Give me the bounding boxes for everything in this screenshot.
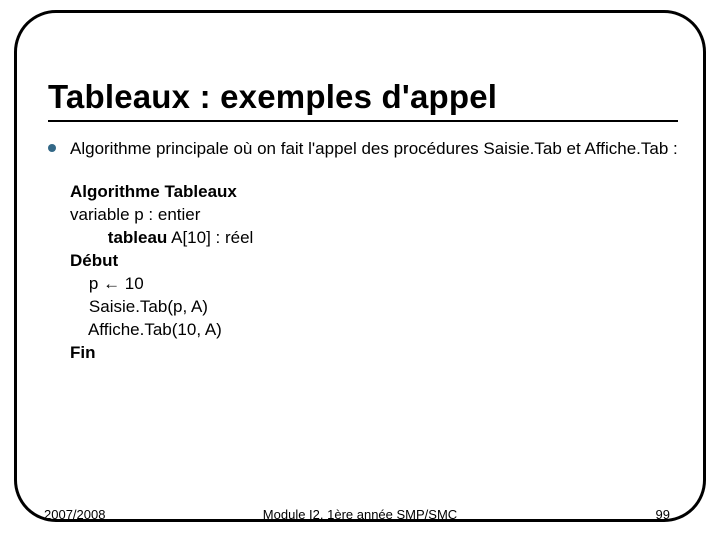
algo-tab-keyword: tableau [108,228,168,247]
algo-stmt-1: p ← 10 [70,273,678,296]
bullet-item: Algorithme principale où on fait l'appel… [48,138,678,159]
algo-name: Tableaux [160,182,237,201]
slide-footer: 2007/2008 Module I2, 1ère année SMP/SMC … [0,507,720,522]
bullet-icon [48,144,56,152]
footer-center: Module I2, 1ère année SMP/SMC [0,507,720,522]
algo-tab-decl: tableau A[10] : réel [70,227,678,250]
algorithm-block: Algorithme Tableaux variable p : entier … [70,181,678,365]
algo-tab-rest: A[10] : réel [167,228,253,247]
algo-header: Algorithme Tableaux [70,181,678,204]
algo-stmt-2: Saisie.Tab(p, A) [70,296,678,319]
slide-content: Tableaux : exemples d'appel Algorithme p… [48,78,678,365]
algo-begin: Début [70,250,678,273]
algo-end: Fin [70,342,678,365]
algo-keyword: Algorithme [70,182,160,201]
bullet-text: Algorithme principale où on fait l'appel… [70,138,678,159]
slide-title: Tableaux : exemples d'appel [48,78,678,116]
algo-stmt-3: Affiche.Tab(10, A) [70,319,678,342]
title-rule [48,120,678,122]
slide: Tableaux : exemples d'appel Algorithme p… [0,0,720,540]
algo-var-decl: variable p : entier [70,204,678,227]
